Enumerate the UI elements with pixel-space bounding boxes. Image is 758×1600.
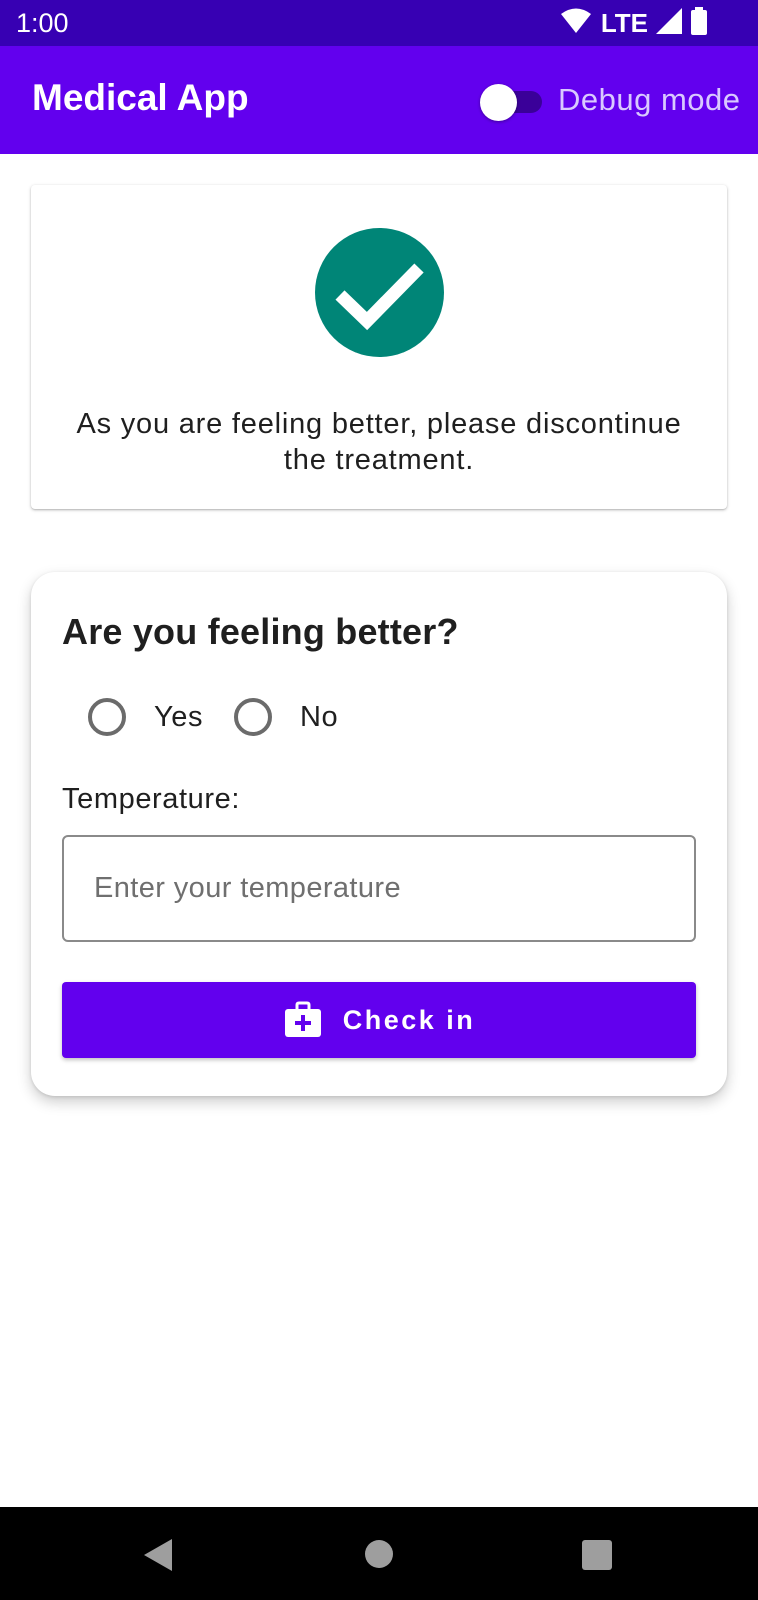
radio-label-no: No [300, 700, 339, 733]
check-circle-icon [315, 228, 444, 357]
switch-thumb [480, 84, 517, 121]
checkin-form-card: Are you feeling better? Yes No Temperatu… [31, 572, 727, 1096]
status-icons: LTE [560, 6, 708, 40]
recents-icon[interactable] [582, 1540, 612, 1575]
radio-label-yes: Yes [154, 700, 204, 733]
radio-option-no[interactable]: No [234, 698, 338, 736]
status-bar: 1:00 LTE [0, 0, 758, 46]
cellular-signal-icon [656, 7, 682, 39]
system-navigation-bar [0, 1507, 758, 1600]
battery-icon [690, 6, 708, 40]
home-icon[interactable] [364, 1539, 394, 1574]
status-time: 1:00 [16, 8, 69, 38]
debug-mode-label: Debug mode [558, 82, 741, 117]
feeling-better-question: Are you feeling better? [62, 611, 459, 652]
temperature-label: Temperature: [62, 783, 241, 815]
radio-button-icon [234, 698, 272, 736]
medical-kit-icon [283, 1000, 323, 1040]
app-title: Medical App [32, 77, 249, 118]
check-in-label: Check in [342, 1004, 476, 1035]
back-icon[interactable] [144, 1539, 172, 1576]
check-in-button[interactable]: Check in [62, 982, 696, 1058]
wifi-icon [560, 8, 591, 39]
debug-mode-switch[interactable] [480, 84, 546, 121]
network-type: LTE [600, 8, 648, 38]
radio-button-icon [88, 698, 126, 736]
radio-option-yes[interactable]: Yes [88, 698, 203, 736]
result-card: As you are feeling better, please discon… [31, 185, 727, 509]
app-bar: Medical App Debug mode [0, 46, 758, 154]
result-message: As you are feeling better, please discon… [76, 408, 682, 476]
temperature-input[interactable] [62, 835, 696, 942]
